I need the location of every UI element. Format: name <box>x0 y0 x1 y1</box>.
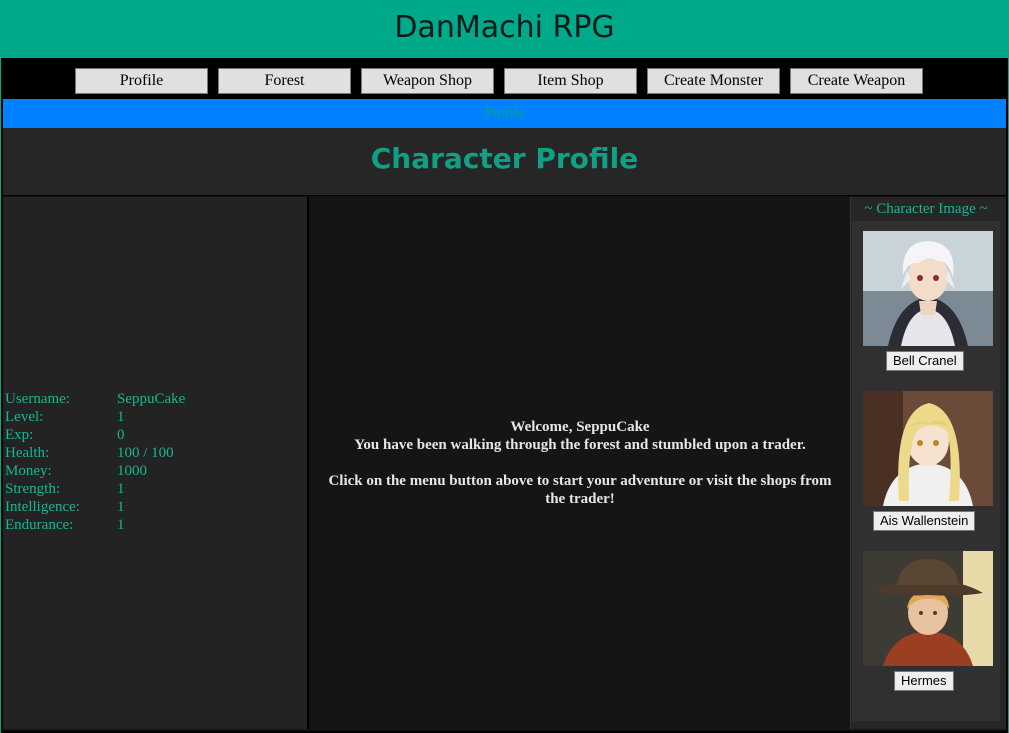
stat-label: Strength: <box>5 481 60 497</box>
stat-label: Endurance: <box>5 517 74 533</box>
game-frame: Profile Forest Weapon Shop Item Shop Cre… <box>1 58 1008 733</box>
stat-value: 100 / 100 <box>117 445 174 461</box>
profile-button[interactable]: Profile <box>75 68 208 94</box>
character-image-panel: ~ Character Image ~ Bell Cranel Ais Wall… <box>851 197 1006 729</box>
page-title: Character Profile <box>3 128 1006 196</box>
menu-bar: Profile Forest Weapon Shop Item Shop Cre… <box>3 60 1006 99</box>
ais-wallenstein-button[interactable]: Ais Wallenstein <box>873 511 976 531</box>
stat-row-level: Level: 1 <box>5 408 185 426</box>
stats-table: Username: SeppuCake Level: 1 Exp: 0 Health:… <box>5 390 185 534</box>
main-content: Welcome, SeppuCake You have been walking… <box>310 197 851 729</box>
create-weapon-button[interactable]: Create Weapon <box>790 68 923 94</box>
stat-value: 1 <box>117 499 125 515</box>
stat-row-intelligence: Intelligence: 1 <box>5 498 185 516</box>
stat-row-money: Money: 1000 <box>5 462 185 480</box>
character-image-heading: ~ Character Image ~ <box>864 201 988 217</box>
stat-row-username: Username: SeppuCake <box>5 390 185 408</box>
stat-label: Username: <box>5 391 70 407</box>
item-shop-button[interactable]: Item Shop <box>504 68 637 94</box>
stat-value: 1000 <box>117 463 147 479</box>
welcome-story: You have been walking through the forest… <box>354 437 806 453</box>
stat-row-endurance: Endurance: 1 <box>5 516 185 534</box>
stat-row-exp: Exp: 0 <box>5 426 185 444</box>
character-image-list: Bell Cranel Ais Wallenstein Hermes <box>852 221 1000 721</box>
stat-label: Money: <box>5 463 52 479</box>
weapon-shop-button[interactable]: Weapon Shop <box>361 68 494 94</box>
ais-wallenstein-portrait <box>863 391 993 506</box>
stat-value: 1 <box>117 409 125 425</box>
stat-row-strength: Strength: 1 <box>5 480 185 498</box>
hermes-button[interactable]: Hermes <box>894 671 954 691</box>
stat-row-health: Health: 100 / 100 <box>5 444 185 462</box>
stat-label: Exp: <box>5 427 34 443</box>
stat-label: Health: <box>5 445 50 461</box>
stat-label: Level: <box>5 409 44 425</box>
app-title: DanMachi RPG <box>394 10 615 45</box>
welcome-instructions: Click on the menu button above to start … <box>328 473 832 507</box>
stat-value: 0 <box>117 427 125 443</box>
hermes-portrait <box>863 551 993 666</box>
create-monster-button[interactable]: Create Monster <box>647 68 780 94</box>
current-page-label: Profile <box>485 106 524 121</box>
stats-panel: Username: SeppuCake Level: 1 Exp: 0 Health:… <box>3 197 309 729</box>
stat-value: SeppuCake <box>117 391 186 407</box>
bell-cranel-portrait <box>863 231 993 346</box>
welcome-greeting: Welcome, SeppuCake <box>510 419 650 435</box>
stat-value: 1 <box>117 517 125 533</box>
welcome-message: Welcome, SeppuCake You have been walking… <box>325 418 835 508</box>
current-page-bar: Profile <box>3 99 1006 128</box>
stat-label: Intelligence: <box>5 499 80 515</box>
stat-value: 1 <box>117 481 125 497</box>
forest-button[interactable]: Forest <box>218 68 351 94</box>
bell-cranel-button[interactable]: Bell Cranel <box>886 351 964 371</box>
